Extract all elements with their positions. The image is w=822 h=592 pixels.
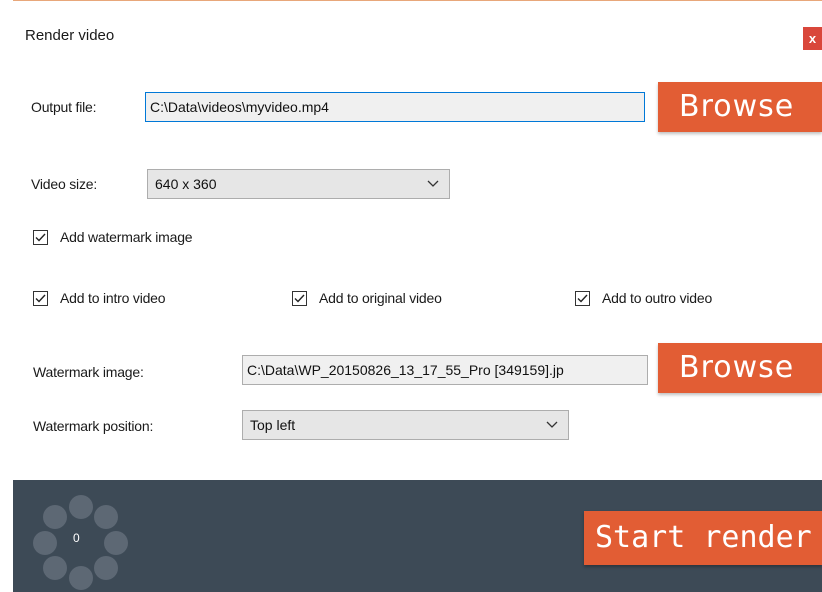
watermark-position-value: Top left: [250, 417, 296, 433]
video-size-value: 640 x 360: [155, 176, 217, 192]
watermark-image-input[interactable]: C:\Data\WP_20150826_13_17_55_Pro [349159…: [242, 355, 648, 385]
spinner-dot: [43, 556, 67, 580]
render-footer: 0 Start render: [13, 480, 822, 592]
video-size-label: Video size:: [31, 176, 98, 192]
output-browse-button[interactable]: Browse: [658, 82, 822, 132]
add-to-intro-checkbox[interactable]: Add to intro video: [33, 290, 166, 306]
start-render-button[interactable]: Start render: [584, 511, 822, 565]
add-to-original-label: Add to original video: [319, 290, 442, 306]
watermark-position-label: Watermark position:: [33, 418, 154, 434]
add-to-outro-label: Add to outro video: [602, 290, 713, 306]
spinner-dot: [94, 556, 118, 580]
spinner-dot: [33, 531, 57, 555]
check-icon: [292, 290, 307, 306]
spinner-dot: [69, 495, 93, 519]
output-file-label: Output file:: [31, 99, 97, 115]
check-icon: [575, 290, 590, 306]
close-icon: x: [808, 31, 817, 46]
spinner-dot: [43, 505, 67, 529]
add-watermark-label: Add watermark image: [60, 229, 193, 245]
chevron-down-icon: [546, 411, 558, 439]
watermark-image-label: Watermark image:: [33, 364, 144, 380]
add-to-intro-label: Add to intro video: [60, 290, 166, 306]
video-size-select[interactable]: 640 x 360: [147, 169, 450, 199]
progress-count: 0: [73, 531, 80, 545]
spinner-dot: [69, 566, 93, 590]
close-button[interactable]: x: [803, 27, 822, 50]
add-watermark-checkbox[interactable]: Add watermark image: [33, 229, 193, 245]
add-to-original-checkbox[interactable]: Add to original video: [292, 290, 442, 306]
watermark-position-select[interactable]: Top left: [242, 410, 569, 440]
loading-spinner-icon: [33, 495, 129, 591]
spinner-dot: [104, 531, 128, 555]
add-to-outro-checkbox[interactable]: Add to outro video: [575, 290, 712, 306]
check-icon: [33, 229, 48, 245]
spinner-dot: [94, 505, 118, 529]
dialog-title: Render video: [25, 27, 115, 44]
output-file-input[interactable]: C:\Data\videos\myvideo.mp4: [145, 92, 645, 122]
check-icon: [33, 290, 48, 306]
chevron-down-icon: [427, 170, 439, 198]
watermark-browse-button[interactable]: Browse: [658, 343, 822, 393]
